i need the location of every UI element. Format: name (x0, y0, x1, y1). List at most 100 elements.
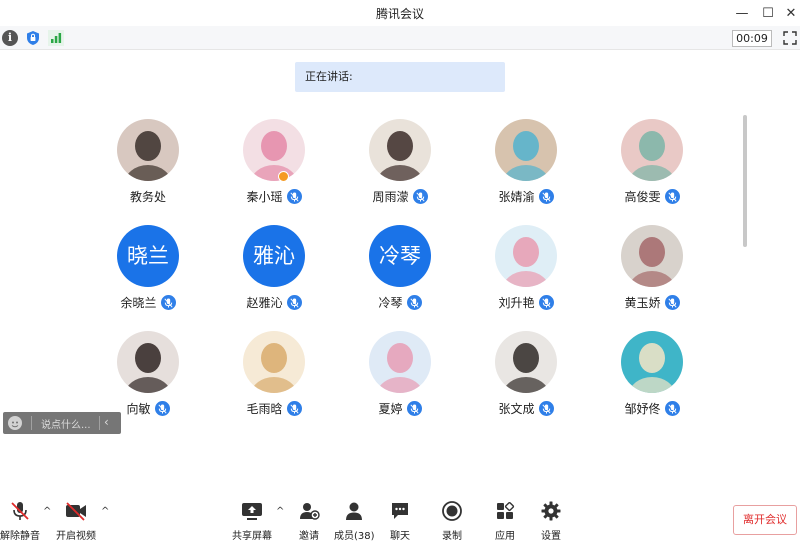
participant-avatar-photo[interactable] (495, 331, 557, 393)
chat-icon (387, 500, 413, 522)
participant-tile[interactable]: 教务处 (98, 119, 198, 219)
video-options-caret[interactable]: ^ (101, 506, 109, 517)
collapse-chat-icon[interactable]: ‹ (104, 415, 109, 429)
chat-button[interactable]: 聊天 (387, 500, 413, 542)
participant-avatar-photo[interactable] (117, 119, 179, 181)
participant-tile[interactable]: 秦小瑶 (224, 119, 324, 219)
participant-tile[interactable]: 高俊雯 (602, 119, 702, 219)
participant-name: 黄玉娇 (624, 296, 661, 310)
minimize-button[interactable]: — (731, 3, 753, 23)
participant-name-row: 夏婷 (350, 400, 450, 417)
mic-muted-icon (406, 401, 422, 416)
chat-divider (99, 416, 100, 430)
mic-muted-icon (286, 401, 302, 416)
participant-name-row: 高俊雯 (602, 188, 702, 205)
participant-name: 冷琴 (378, 296, 403, 310)
participant-name: 邹妤佟 (624, 402, 661, 416)
participant-avatar-photo[interactable] (243, 331, 305, 393)
participant-name-row: 周雨濛 (350, 188, 450, 205)
participant-name-row: 冷琴 (350, 294, 450, 311)
meeting-timer: 00:09 (732, 30, 772, 47)
participant-scrollbar[interactable] (743, 115, 747, 247)
participant-tile[interactable]: 张文成 (476, 331, 576, 431)
participant-tile[interactable]: 毛雨晗 (224, 331, 324, 431)
participant-name-row: 黄玉娇 (602, 294, 702, 311)
close-button[interactable]: ✕ (780, 3, 800, 23)
participant-avatar[interactable]: 晓兰 (117, 225, 179, 287)
meeting-info-bar: i 00:09 (0, 26, 800, 50)
mic-muted-icon (412, 189, 428, 204)
emoji-icon[interactable] (8, 416, 22, 430)
invite-button[interactable]: 邀请 (293, 500, 325, 542)
participant-name-row: 刘升艳 (476, 294, 576, 311)
participant-avatar-photo[interactable] (369, 119, 431, 181)
chat-placeholder[interactable]: 说点什么... (41, 416, 91, 431)
apps-icon (492, 500, 518, 522)
participant-name: 夏婷 (378, 402, 403, 416)
participant-tile[interactable]: 刘升艳 (476, 225, 576, 325)
participant-name-row: 教务处 (98, 188, 198, 205)
start-video-button[interactable]: 开启视频 (54, 500, 98, 542)
participant-name-row: 余晓兰 (98, 294, 198, 311)
mic-muted-icon (406, 295, 422, 310)
bottom-toolbar: 解除静音 ^ 开启视频 ^ 共享屏幕 ^ 邀请 成员(38) 聊天 录制 应用 … (0, 492, 800, 544)
members-icon (341, 500, 367, 522)
share-screen-button[interactable]: 共享屏幕 (230, 500, 274, 542)
record-button[interactable]: 录制 (439, 500, 465, 542)
mic-muted-icon (286, 189, 302, 204)
mic-muted-icon (538, 189, 554, 204)
participant-tile[interactable]: 雅沁 赵雅沁 (224, 225, 324, 325)
participant-avatar-photo[interactable] (621, 225, 683, 287)
settings-label: 设置 (541, 531, 561, 542)
participant-avatar-photo[interactable] (495, 225, 557, 287)
fullscreen-icon[interactable] (782, 30, 798, 46)
participant-tile[interactable]: 冷琴 冷琴 (350, 225, 450, 325)
participant-avatar-photo[interactable] (117, 331, 179, 393)
gear-icon (538, 500, 564, 522)
shield-icon[interactable] (25, 30, 41, 46)
participant-avatar-photo[interactable] (621, 119, 683, 181)
participant-name-row: 赵雅沁 (224, 294, 324, 311)
participant-avatar-photo[interactable] (243, 119, 305, 181)
participant-avatar-photo[interactable] (621, 331, 683, 393)
unmute-button[interactable]: 解除静音 (0, 500, 40, 542)
members-button[interactable]: 成员(38) (334, 500, 375, 542)
participant-tile[interactable]: 邹妤佟 (602, 331, 702, 431)
mic-muted-icon (286, 295, 302, 310)
invite-icon (296, 500, 322, 522)
mic-muted-icon (538, 295, 554, 310)
chat-input-box[interactable]: 说点什么... ‹ (3, 412, 121, 434)
mic-muted-icon (160, 295, 176, 310)
apps-button[interactable]: 应用 (492, 500, 518, 542)
mic-muted-icon (154, 401, 170, 416)
participant-name: 高俊雯 (624, 190, 661, 204)
mic-muted-icon (538, 401, 554, 416)
start-video-label: 开启视频 (56, 531, 96, 542)
participant-name: 教务处 (129, 190, 166, 204)
participant-avatar-photo[interactable] (369, 331, 431, 393)
participant-tile[interactable]: 晓兰 余晓兰 (98, 225, 198, 325)
participant-tile[interactable]: 夏婷 (350, 331, 450, 431)
leave-meeting-button[interactable]: 离开会议 (733, 505, 797, 535)
participant-name-row: 邹妤佟 (602, 400, 702, 417)
members-label: 成员(38) (334, 531, 375, 542)
invite-label: 邀请 (299, 531, 319, 542)
speaking-indicator: 正在讲话: (295, 62, 505, 92)
participant-avatar[interactable]: 冷琴 (369, 225, 431, 287)
info-icon[interactable]: i (2, 30, 18, 46)
participant-avatar[interactable]: 雅沁 (243, 225, 305, 287)
maximize-button[interactable]: ☐ (757, 3, 779, 23)
participant-tile[interactable]: 黄玉娇 (602, 225, 702, 325)
signal-icon[interactable] (48, 30, 64, 46)
participant-name: 向敏 (126, 402, 151, 416)
window-title: 腾讯会议 (375, 7, 424, 21)
participant-tile[interactable]: 周雨濛 (350, 119, 450, 219)
unmute-label: 解除静音 (0, 531, 40, 542)
settings-button[interactable]: 设置 (538, 500, 564, 542)
share-options-caret[interactable]: ^ (276, 506, 284, 517)
participant-name: 余晓兰 (120, 296, 157, 310)
audio-options-caret[interactable]: ^ (43, 506, 51, 517)
participant-tile[interactable]: 张婧渝 (476, 119, 576, 219)
participant-name-row: 张文成 (476, 400, 576, 417)
participant-avatar-photo[interactable] (495, 119, 557, 181)
